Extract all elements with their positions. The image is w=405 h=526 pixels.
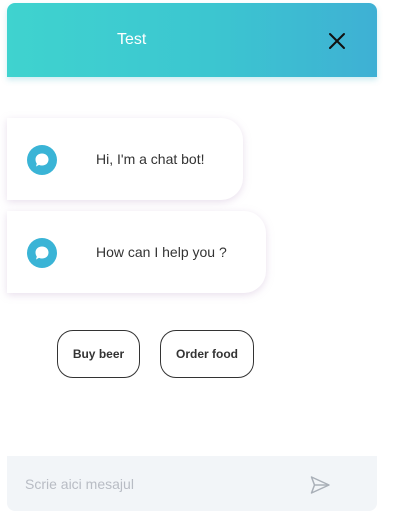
chat-header: Test [7,3,377,77]
chat-bubble-icon [27,145,57,175]
order-food-button[interactable]: Order food [160,330,254,378]
chat-title: Test [117,31,147,48]
buy-beer-button[interactable]: Buy beer [57,330,140,378]
message-text: How can I help you ? [96,244,227,260]
send-button[interactable] [307,472,333,498]
chat-widget: Test Hi, I'm a chat bot! How can I help … [7,3,377,511]
close-icon [329,33,345,49]
message-text: Hi, I'm a chat bot! [96,151,205,167]
close-button[interactable] [323,27,351,55]
send-icon [310,476,330,494]
bot-message: Hi, I'm a chat bot! [7,118,243,200]
bot-message: How can I help you ? [7,211,266,293]
message-input[interactable] [25,474,285,494]
chat-bubble-icon [27,238,57,268]
message-composer [7,456,377,511]
